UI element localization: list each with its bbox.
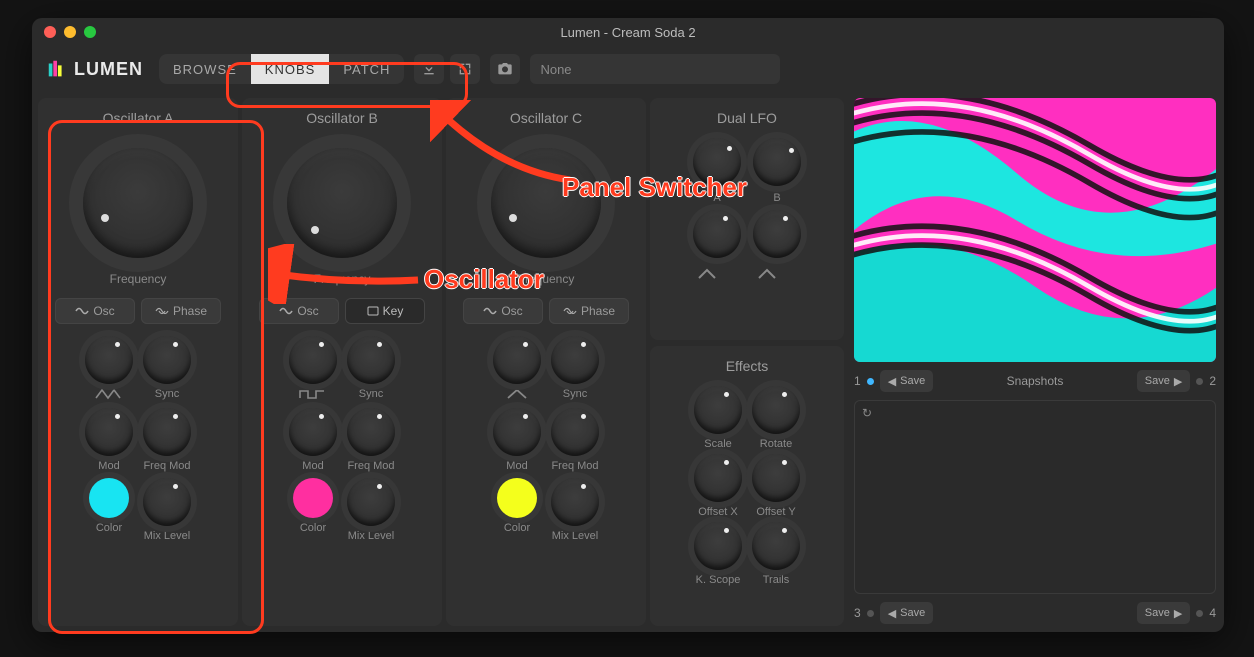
fullscreen-icon <box>457 61 473 77</box>
lfo-b-rate-knob[interactable] <box>753 138 801 186</box>
app-logo-text: LUMEN <box>74 59 143 80</box>
osc-c-color-swatch[interactable] <box>497 478 537 518</box>
lfo-a-depth-knob[interactable] <box>693 210 741 258</box>
lfo-b-shape-chevron[interactable] <box>753 264 781 284</box>
osc-a-shape-knob[interactable] <box>85 336 133 384</box>
key-icon <box>367 306 379 316</box>
fx-kscope-knob[interactable] <box>694 522 742 570</box>
osc-a-mix-knob[interactable] <box>143 478 191 526</box>
osc-b-sync-knob[interactable] <box>347 336 395 384</box>
preview-art <box>854 98 1216 362</box>
panel-switcher: BROWSE KNOBS PATCH <box>159 54 404 84</box>
video-preview <box>854 98 1216 362</box>
osc-b-frequency-knob[interactable] <box>287 148 397 258</box>
fx-trails-knob[interactable] <box>752 522 800 570</box>
osc-b-key-toggle[interactable]: Key <box>345 298 425 324</box>
osc-b-mod-knob[interactable] <box>289 408 337 456</box>
snapshots-row-top: 1 ◀ Save Snapshots Save ▶ 2 <box>854 370 1216 392</box>
window-title: Lumen - Cream Soda 2 <box>32 25 1224 40</box>
snapshot-1-save-button[interactable]: ◀ Save <box>880 370 934 392</box>
snapshot-3-number: 3 <box>854 606 861 620</box>
topbar: LUMEN BROWSE KNOBS PATCH None <box>32 46 1224 92</box>
minimize-icon[interactable] <box>64 26 76 38</box>
snapshots-row-bottom: 3 ◀ Save Save ▶ 4 <box>854 602 1216 624</box>
panel-title: Oscillator B <box>306 110 378 126</box>
osc-b-color-swatch[interactable] <box>293 478 333 518</box>
osc-c-shape-knob[interactable] <box>493 336 541 384</box>
fx-offset-x-knob[interactable] <box>694 454 742 502</box>
osc-c-osc-toggle[interactable]: Osc <box>463 298 543 324</box>
fx-offset-y-knob[interactable] <box>752 454 800 502</box>
sine-icon <box>483 306 497 316</box>
osc-c-mod-knob[interactable] <box>493 408 541 456</box>
phase-icon <box>563 306 577 316</box>
chevron-up-icon <box>757 268 777 280</box>
tab-knobs[interactable]: KNOBS <box>251 54 330 84</box>
cycle-icon: ↻ <box>862 406 872 420</box>
panel-title: Oscillator A <box>103 110 174 126</box>
frequency-label: Frequency <box>110 272 167 286</box>
snapshots-title: Snapshots <box>939 374 1131 388</box>
tab-browse[interactable]: BROWSE <box>159 54 251 84</box>
app-logo: LUMEN <box>46 58 143 80</box>
preset-display[interactable]: None <box>530 54 780 84</box>
panel-title: Oscillator C <box>510 110 582 126</box>
snapshot-2-number: 2 <box>1209 374 1216 388</box>
fx-rotate-knob[interactable] <box>752 386 800 434</box>
annotation-oscillator-label: Oscillator <box>424 264 544 295</box>
osc-b-mix-knob[interactable] <box>347 478 395 526</box>
triangle-wave-icon <box>94 386 124 402</box>
square-wave-icon <box>298 386 328 402</box>
logo-mark-icon <box>46 58 68 80</box>
download-icon <box>421 61 437 77</box>
snapshot-2-save-button[interactable]: Save ▶ <box>1137 370 1191 392</box>
snapshot-3-save-button[interactable]: ◀ Save <box>880 602 934 624</box>
osc-a-sync-knob[interactable] <box>143 336 191 384</box>
snapshot-4-number: 4 <box>1209 606 1216 620</box>
snapshot-2-indicator <box>1196 378 1203 385</box>
snapshot-1-indicator <box>867 378 874 385</box>
osc-c-frequency-knob[interactable] <box>491 148 601 258</box>
app-window: Lumen - Cream Soda 2 LUMEN BROWSE KNOBS … <box>32 18 1224 632</box>
caret-wave-icon <box>502 386 532 402</box>
close-icon[interactable] <box>44 26 56 38</box>
osc-b-osc-toggle[interactable]: Osc <box>259 298 339 324</box>
annotation-panel-switcher-label: Panel Switcher <box>562 172 747 203</box>
osc-a-osc-toggle[interactable]: Osc <box>55 298 135 324</box>
osc-c-phase-toggle[interactable]: Phase <box>549 298 629 324</box>
fullscreen-button[interactable] <box>450 54 480 84</box>
camera-button[interactable] <box>490 54 520 84</box>
tab-patch[interactable]: PATCH <box>329 54 404 84</box>
phase-icon <box>155 306 169 316</box>
osc-c-sync-knob[interactable] <box>551 336 599 384</box>
osc-a-frequency-knob[interactable] <box>83 148 193 258</box>
snapshot-xy-pad[interactable]: ↻ <box>854 400 1216 594</box>
lfo-b-depth-knob[interactable] <box>753 210 801 258</box>
lfo-a-shape-chevron[interactable] <box>693 264 721 284</box>
zoom-icon[interactable] <box>84 26 96 38</box>
titlebar: Lumen - Cream Soda 2 <box>32 18 1224 46</box>
osc-b-shape-knob[interactable] <box>289 336 337 384</box>
camera-icon <box>497 61 513 77</box>
effects-panel: Effects Scale Rotate Offset X Offset Y K… <box>650 346 844 626</box>
sine-icon <box>279 306 293 316</box>
osc-a-color-swatch[interactable] <box>89 478 129 518</box>
snapshot-4-indicator <box>1196 610 1203 617</box>
snapshot-1-number: 1 <box>854 374 861 388</box>
chevron-up-icon <box>697 268 717 280</box>
oscillator-b-panel: Oscillator B Frequency Osc Key Sync Mod … <box>242 98 442 626</box>
snapshot-4-save-button[interactable]: Save ▶ <box>1137 602 1191 624</box>
osc-b-freqmod-knob[interactable] <box>347 408 395 456</box>
fx-scale-knob[interactable] <box>694 386 742 434</box>
osc-c-mix-knob[interactable] <box>551 478 599 526</box>
dual-lfo-panel: Dual LFO A B <box>650 98 844 340</box>
osc-c-freqmod-knob[interactable] <box>551 408 599 456</box>
sine-icon <box>75 306 89 316</box>
snapshot-3-indicator <box>867 610 874 617</box>
oscillator-a-panel: Oscillator A Frequency Osc Phase Sync Mo… <box>38 98 238 626</box>
osc-a-mod-knob[interactable] <box>85 408 133 456</box>
osc-a-phase-toggle[interactable]: Phase <box>141 298 221 324</box>
osc-a-freqmod-knob[interactable] <box>143 408 191 456</box>
download-button[interactable] <box>414 54 444 84</box>
